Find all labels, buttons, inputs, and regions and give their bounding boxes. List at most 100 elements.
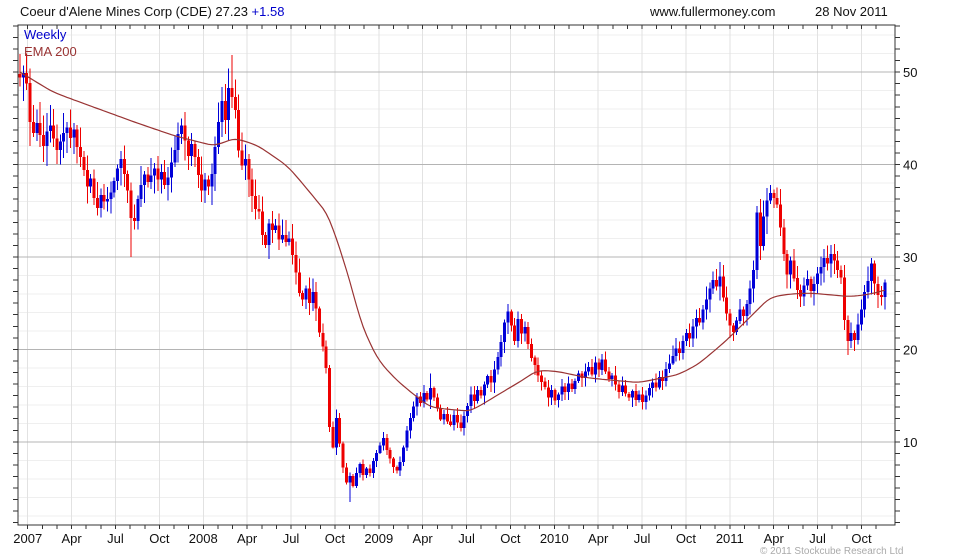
candle: [79, 127, 83, 168]
candle: [624, 380, 628, 397]
candle: [196, 148, 200, 188]
candle: [836, 251, 840, 279]
candle: [405, 425, 409, 451]
candle: [381, 432, 385, 451]
candle: [819, 256, 823, 286]
candle: [368, 464, 372, 477]
candle: [361, 459, 365, 481]
candle: [661, 370, 665, 390]
candle: [604, 351, 607, 375]
candle: [116, 164, 120, 190]
candle: [126, 170, 130, 203]
candle: [762, 200, 766, 251]
candle: [402, 445, 406, 467]
candle: [173, 135, 177, 168]
candle: [132, 204, 136, 230]
candle: [503, 319, 507, 353]
candle: [567, 376, 570, 401]
candle: [600, 354, 604, 376]
y-axis-label: 40: [903, 158, 917, 173]
candle: [365, 467, 369, 479]
candle: [237, 94, 241, 158]
candle: [432, 386, 436, 402]
x-axis-label: Apr: [237, 531, 258, 546]
candle: [755, 206, 759, 280]
candle: [482, 381, 486, 405]
candle: [785, 250, 789, 289]
candle: [371, 458, 375, 479]
candle: [190, 132, 194, 167]
candle: [58, 134, 62, 165]
candle: [291, 223, 295, 265]
candle: [684, 329, 688, 347]
candle: [634, 384, 638, 406]
candle: [822, 249, 826, 283]
candle: [728, 308, 732, 338]
candle: [792, 248, 796, 282]
candle: [311, 278, 315, 311]
candle: [449, 414, 453, 427]
candle: [106, 186, 109, 212]
candle: [355, 467, 358, 489]
candle: [694, 309, 698, 339]
candle: [590, 359, 594, 377]
candle: [543, 377, 547, 390]
candle: [735, 316, 739, 335]
candle: [318, 306, 321, 337]
candle: [119, 151, 123, 186]
candle: [667, 354, 671, 374]
candle: [48, 105, 52, 143]
candle: [715, 269, 719, 291]
x-axis-label: 2009: [364, 531, 393, 546]
candle: [701, 305, 705, 330]
candle: [344, 462, 348, 485]
candles-layer: [18, 53, 887, 502]
candle: [32, 104, 35, 138]
candle: [217, 102, 220, 154]
candle: [122, 145, 126, 187]
candle: [651, 378, 655, 398]
candle: [277, 213, 281, 250]
candle: [21, 65, 25, 101]
candle: [200, 156, 204, 202]
candle: [250, 168, 254, 213]
candle: [493, 361, 496, 394]
candle: [620, 376, 624, 397]
y-axis-label: 20: [903, 342, 917, 357]
candle: [439, 404, 443, 421]
candle: [149, 158, 153, 190]
candle: [102, 184, 106, 210]
candle: [304, 285, 308, 310]
x-axis-label: Apr: [588, 531, 609, 546]
candle: [264, 232, 268, 249]
candle: [385, 433, 389, 456]
candle: [314, 282, 318, 322]
candle: [338, 412, 342, 448]
candle: [799, 284, 803, 307]
candle: [89, 173, 93, 194]
candle: [779, 189, 782, 237]
y-axis-label: 30: [903, 250, 917, 265]
candle: [456, 408, 459, 429]
candle: [227, 68, 231, 141]
candle: [526, 322, 530, 350]
candle: [260, 196, 264, 245]
candle: [782, 219, 786, 262]
candle: [479, 386, 483, 399]
candle: [267, 219, 271, 260]
price-change-label: +1.58: [251, 4, 285, 19]
candle: [274, 219, 278, 234]
candle: [65, 122, 69, 154]
y-axis-label: 10: [903, 435, 917, 450]
candle: [725, 286, 729, 321]
candle: [738, 298, 742, 324]
candle: [805, 270, 809, 290]
candle: [99, 188, 103, 218]
candle: [55, 124, 59, 165]
candle: [294, 241, 298, 285]
candle: [341, 441, 345, 474]
candle: [425, 391, 429, 402]
candle: [324, 340, 328, 374]
candle: [617, 380, 621, 399]
candle: [489, 369, 493, 393]
